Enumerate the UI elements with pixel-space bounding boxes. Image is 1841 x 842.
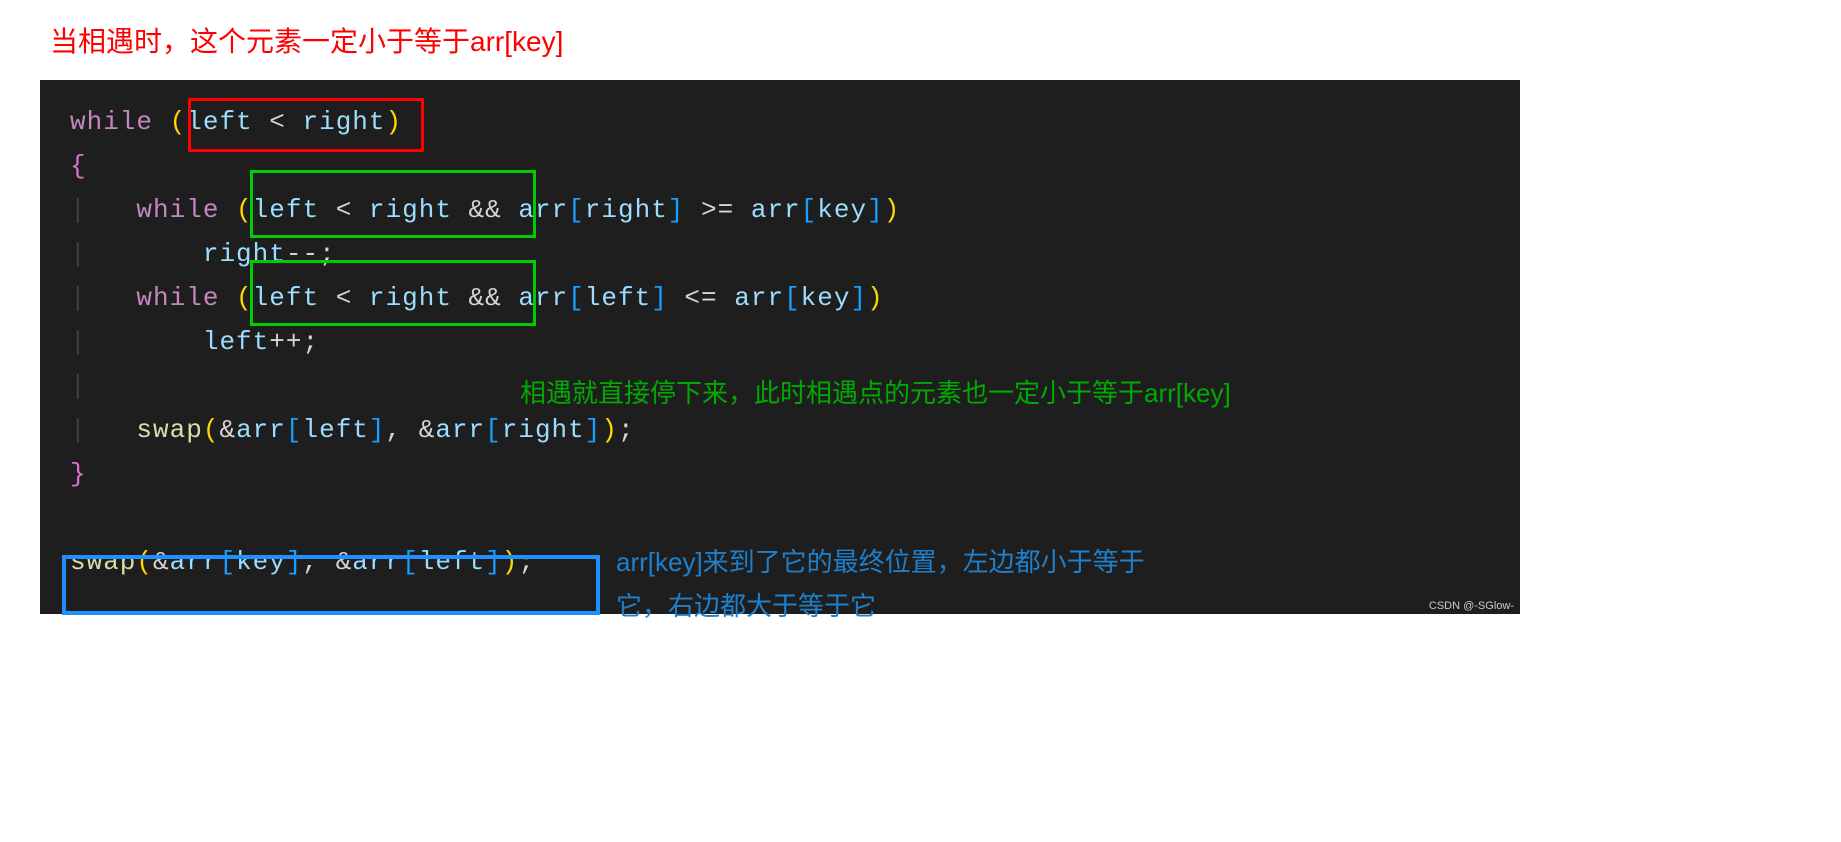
var-arr: arr: [734, 283, 784, 313]
var-arr: arr: [352, 547, 402, 577]
var-right: right: [203, 239, 286, 269]
var-key: key: [801, 283, 851, 313]
green-annotation: 相遇就直接停下来，此时相遇点的元素也一定小于等于arr[key]: [520, 373, 1231, 410]
var-arr: arr: [518, 195, 568, 225]
var-arr: arr: [170, 547, 220, 577]
title-annotation: 当相遇时，这个元素一定小于等于arr[key]: [50, 20, 1801, 60]
blue-annotation: arr[key]来到了它的最终位置，左边都小于等于 它，右边都大于等于它: [616, 540, 1145, 628]
keyword-while: while: [136, 195, 219, 225]
var-left: left: [253, 195, 319, 225]
var-left: left: [253, 283, 319, 313]
keyword-while: while: [136, 283, 219, 313]
fn-swap: swap: [70, 547, 136, 577]
var-arr: arr: [518, 283, 568, 313]
var-left: left: [419, 547, 485, 577]
var-arr: arr: [236, 415, 286, 445]
var-key: key: [817, 195, 867, 225]
blue-annotation-line2: 它，右边都大于等于它: [616, 584, 1145, 628]
var-key: key: [236, 547, 286, 577]
var-left: left: [585, 283, 651, 313]
code-block: while (left < right) { | while (left < r…: [40, 80, 1520, 614]
var-right: right: [585, 195, 668, 225]
var-right: right: [369, 195, 452, 225]
keyword-while: while: [70, 107, 153, 137]
watermark: CSDN @-SGlow-: [1429, 600, 1514, 612]
var-right: right: [302, 107, 385, 137]
var-left: left: [302, 415, 368, 445]
var-arr: arr: [751, 195, 801, 225]
code-wrapper: while (left < right) { | while (left < r…: [40, 80, 1520, 614]
var-left: left: [203, 327, 269, 357]
blue-annotation-line1: arr[key]来到了它的最终位置，左边都小于等于: [616, 540, 1145, 584]
fn-swap: swap: [136, 415, 202, 445]
var-right: right: [502, 415, 585, 445]
var-arr: arr: [435, 415, 485, 445]
var-right: right: [369, 283, 452, 313]
var-left: left: [186, 107, 252, 137]
